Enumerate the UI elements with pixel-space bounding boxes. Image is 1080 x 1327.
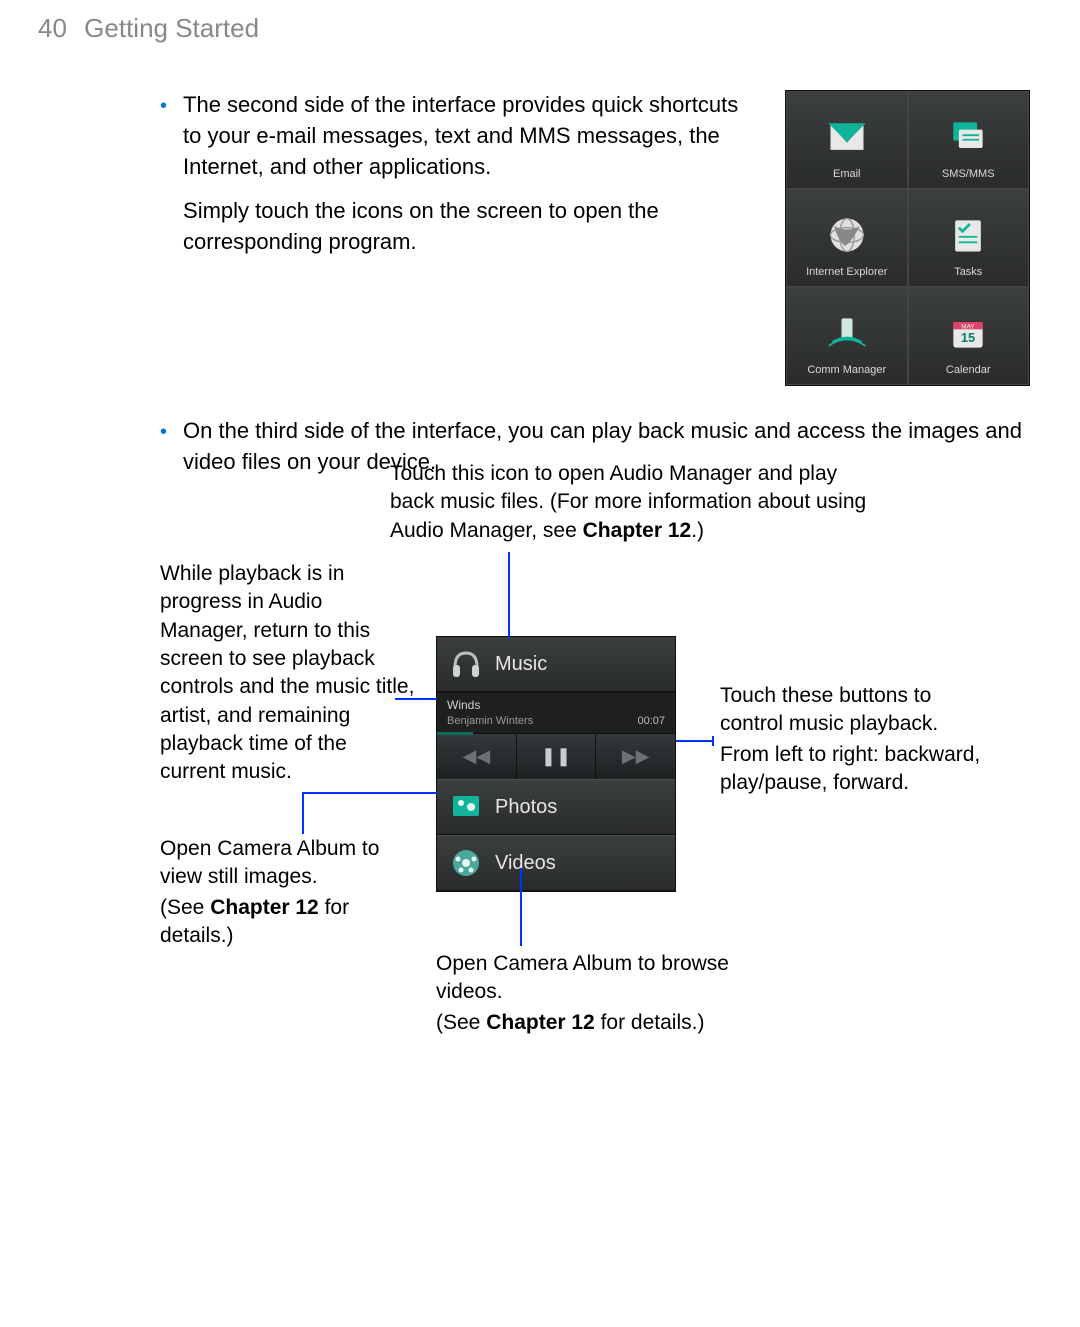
svg-text:15: 15 [961, 330, 975, 345]
backward-button[interactable]: ◀◀ [437, 734, 517, 779]
shortcut-email[interactable]: Email [786, 91, 908, 189]
callout-text: for details.) [595, 1011, 705, 1034]
paragraph: Simply touch the icons on the screen to … [183, 196, 745, 258]
callout-text: Open Camera Album to view still images. [160, 835, 420, 892]
shortcut-label: Comm Manager [807, 363, 886, 378]
chapter-ref: Chapter 12 [583, 519, 692, 542]
track-title: Winds [447, 697, 665, 714]
callout-text: While playback is in progress in Audio M… [160, 560, 415, 787]
shortcut-tasks[interactable]: Tasks [908, 189, 1030, 287]
email-icon [823, 113, 871, 161]
chapter-ref: Chapter 12 [210, 896, 319, 919]
playback-controls: ◀◀ ❚❚ ▶▶ [437, 733, 675, 779]
photos-icon [449, 790, 483, 824]
progress-bar [437, 732, 473, 735]
callout-text: .) [691, 519, 704, 542]
callout-text: Open Camera Album to browse videos. [436, 950, 756, 1007]
chapter-ref: Chapter 12 [486, 1011, 595, 1034]
callout-music: Touch this icon to open Audio Manager an… [390, 460, 870, 547]
shortcut-ie[interactable]: Internet Explorer [786, 189, 908, 287]
leader-line [520, 868, 522, 946]
media-label: Photos [495, 793, 557, 821]
shortcut-label: Tasks [954, 265, 982, 280]
videos-icon [449, 846, 483, 880]
callout-videos: Open Camera Album to browse videos. (See… [436, 950, 756, 1039]
callout-controls: Touch these buttons to control music pla… [720, 682, 1000, 799]
callout-diagram: Touch this icon to open Audio Manager an… [160, 460, 1030, 1100]
media-panel: Music Winds Benjamin Winters 00:07 ◀◀ ❚❚… [436, 636, 676, 892]
page-header: 40 Getting Started [38, 10, 259, 46]
bullet-dot-icon: • [160, 90, 167, 272]
media-label: Videos [495, 849, 556, 877]
callout-text: Touch these buttons to control music pla… [720, 682, 1000, 739]
paragraph: The second side of the interface provide… [183, 90, 745, 182]
leader-line [712, 736, 714, 746]
comm-manager-icon [823, 309, 871, 357]
media-row-music[interactable]: Music [437, 637, 675, 692]
calendar-icon: MAY15 [944, 309, 992, 357]
shortcut-label: SMS/MMS [942, 167, 995, 182]
track-artist: Benjamin Winters [447, 714, 665, 729]
shortcut-comm[interactable]: Comm Manager [786, 287, 908, 385]
leader-line [302, 792, 438, 794]
callout-text: (See [160, 896, 210, 919]
leader-line [302, 792, 304, 834]
media-label: Music [495, 650, 547, 678]
leader-line [395, 698, 437, 700]
page-number: 40 [38, 13, 67, 43]
shortcut-label: Email [833, 167, 861, 182]
callout-playback-info: While playback is in progress in Audio M… [160, 560, 415, 789]
forward-button[interactable]: ▶▶ [596, 734, 675, 779]
shortcut-panel: Email SMS/MMS Internet Explorer Tasks [785, 90, 1030, 386]
shortcut-calendar[interactable]: MAY15 Calendar [908, 287, 1030, 385]
leader-line [676, 740, 714, 742]
globe-icon [823, 211, 871, 259]
callout-text: (See [436, 1011, 486, 1034]
callout-text: From left to right: backward, play/pause… [720, 741, 1000, 798]
media-row-videos[interactable]: Videos [437, 835, 675, 891]
leader-line [508, 552, 510, 638]
track-time: 00:07 [637, 714, 665, 729]
callout-photos: Open Camera Album to view still images. … [160, 835, 420, 952]
track-info: Winds Benjamin Winters 00:07 [437, 692, 675, 733]
headphones-icon [449, 647, 483, 681]
media-row-photos[interactable]: Photos [437, 779, 675, 835]
play-pause-button[interactable]: ❚❚ [517, 734, 597, 779]
sms-icon [944, 113, 992, 161]
tasks-icon [944, 211, 992, 259]
shortcut-sms[interactable]: SMS/MMS [908, 91, 1030, 189]
shortcut-label: Calendar [946, 363, 991, 378]
shortcut-label: Internet Explorer [806, 265, 887, 280]
bullet-item: • The second side of the interface provi… [160, 90, 745, 272]
page-title: Getting Started [84, 13, 259, 43]
